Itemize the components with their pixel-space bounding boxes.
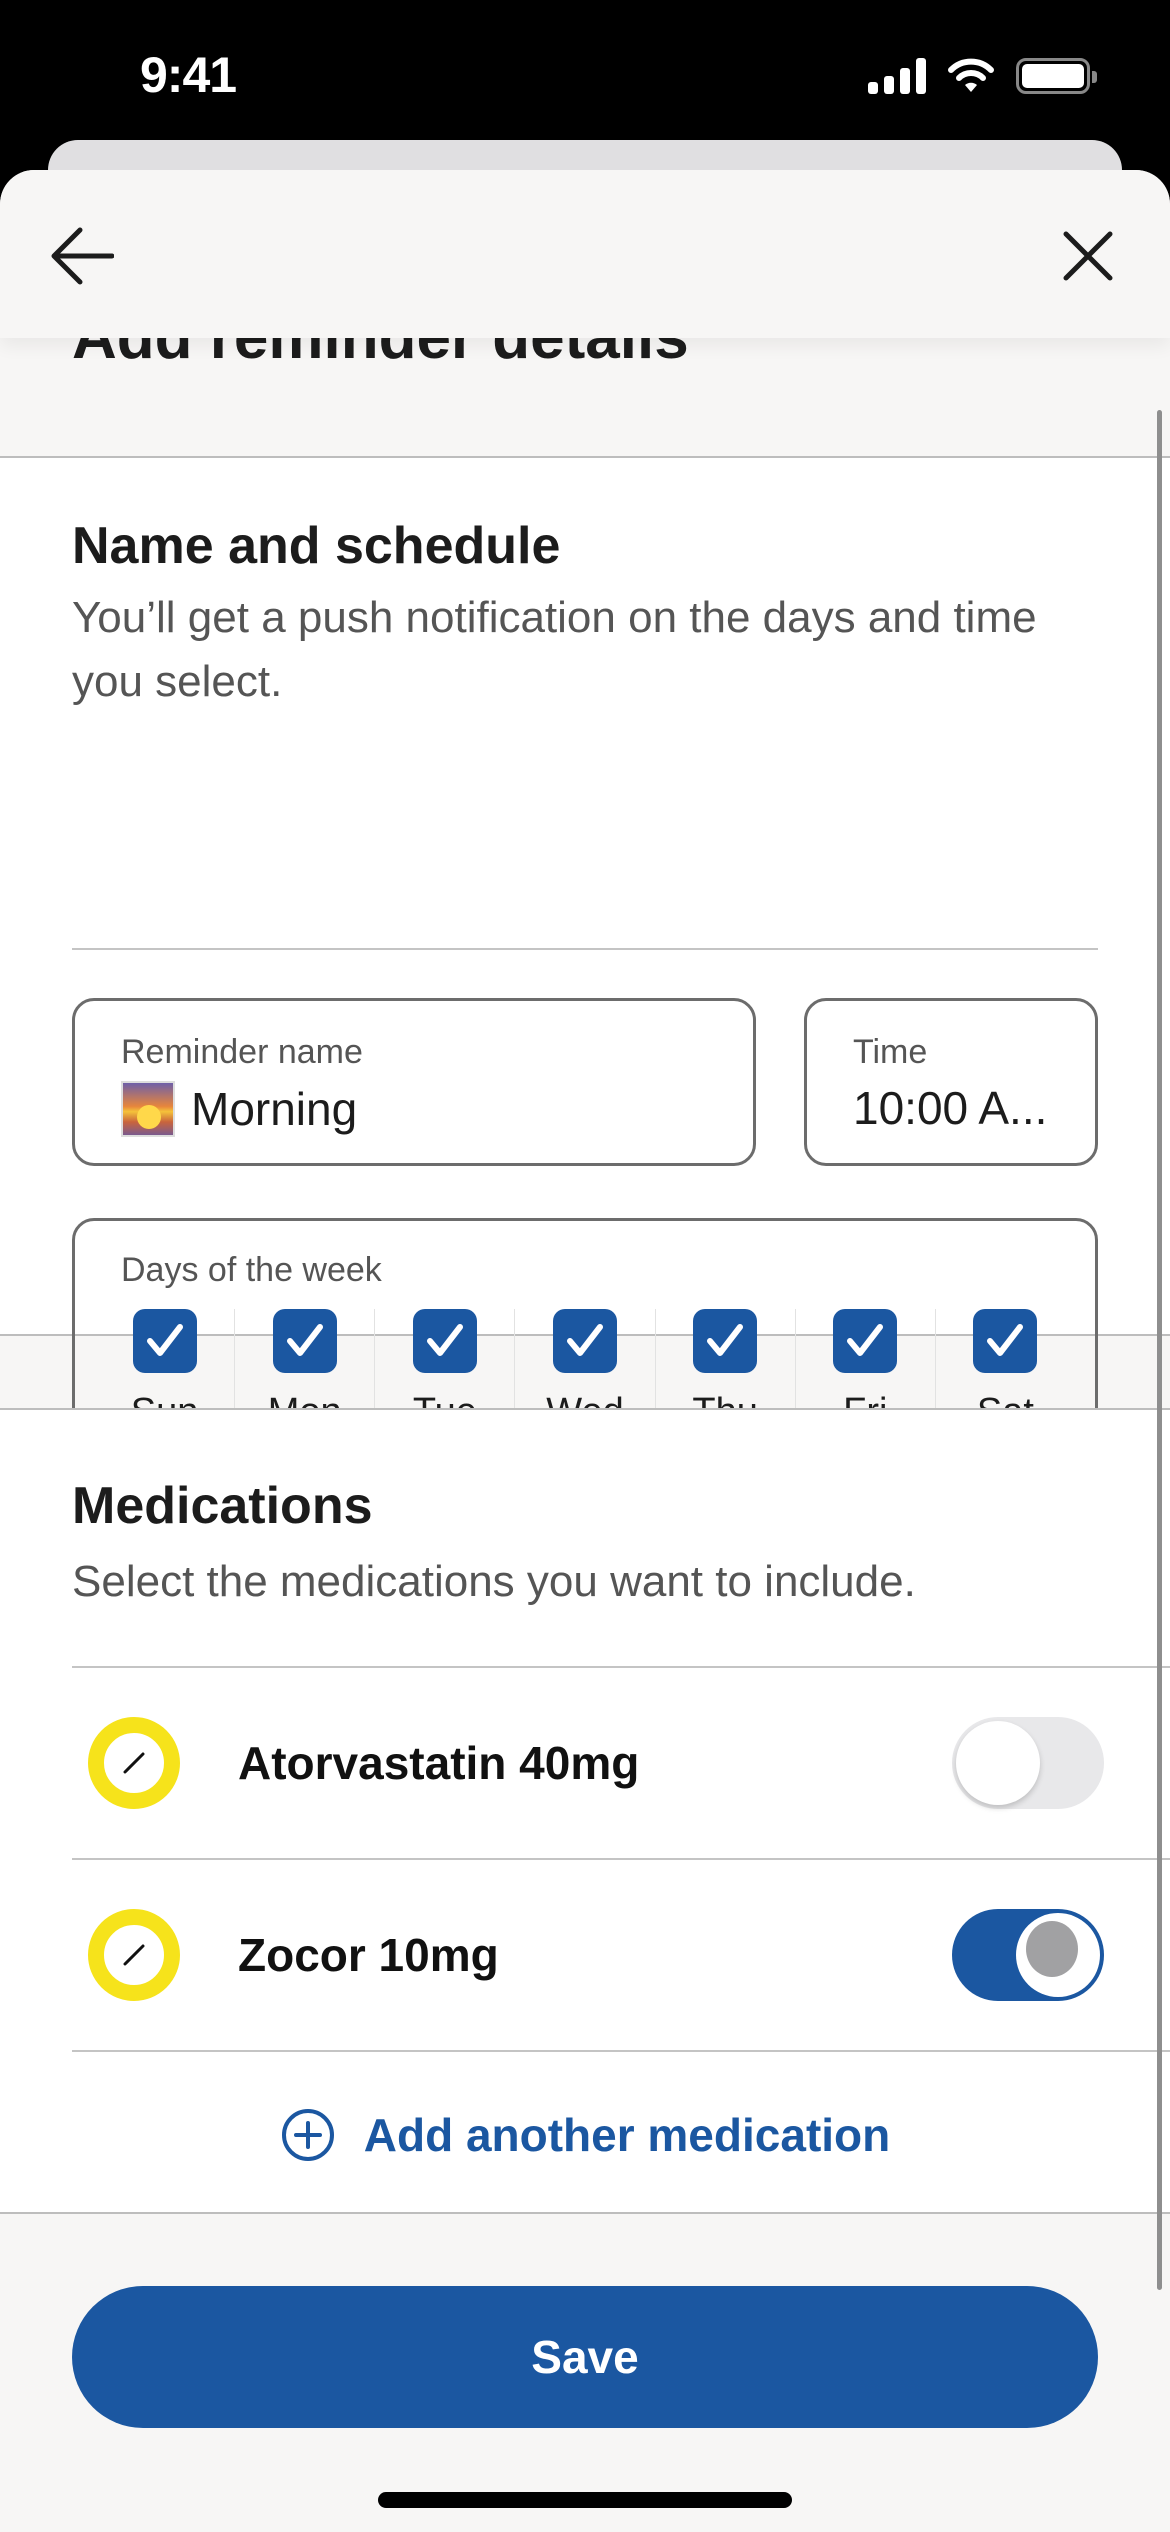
medication-toggle[interactable] xyxy=(952,1909,1104,2001)
status-icons xyxy=(868,58,1097,94)
toggle-knob xyxy=(1016,1913,1100,1997)
checkbox[interactable] xyxy=(833,1309,898,1373)
checkmark-icon xyxy=(286,1324,323,1356)
reminder-name-field[interactable]: Reminder name Morning xyxy=(72,998,756,1166)
close-icon xyxy=(1063,231,1113,281)
divider xyxy=(72,948,1098,950)
section-title: Medications xyxy=(72,1477,373,1535)
medication-row: Atorvastatin 40mg xyxy=(72,1668,1170,1858)
home-indicator xyxy=(378,2492,792,2508)
section-description: You’ll get a push notification on the da… xyxy=(72,593,1037,706)
checkmark-icon xyxy=(987,1324,1024,1356)
checkbox[interactable] xyxy=(973,1309,1038,1373)
checkbox[interactable] xyxy=(132,1309,197,1373)
wifi-icon xyxy=(948,58,994,92)
arrow-left-icon xyxy=(51,227,114,285)
status-time: 9:41 xyxy=(140,47,237,103)
nav-header xyxy=(0,170,1170,338)
battery-icon xyxy=(1016,58,1097,94)
add-medication-label: Add another medication xyxy=(363,2109,891,2161)
checkbox[interactable] xyxy=(552,1309,617,1373)
checkmark-icon xyxy=(847,1324,884,1356)
section-description: Select the medications you want to inclu… xyxy=(72,1557,916,1606)
time-value: 10:00 A... xyxy=(853,1082,1048,1134)
cellular-signal-icon xyxy=(868,58,926,94)
divider xyxy=(72,2050,1170,2052)
reminder-name-label: Reminder name xyxy=(121,1033,363,1071)
scrollbar[interactable] xyxy=(1157,410,1162,2290)
checkmark-icon xyxy=(426,1324,463,1356)
save-button[interactable]: Save xyxy=(72,2286,1098,2428)
checkmark-icon xyxy=(146,1324,183,1356)
section-title: Name and schedule xyxy=(72,517,561,575)
time-field[interactable]: Time 10:00 A... xyxy=(804,998,1098,1166)
medication-name: Zocor 10mg xyxy=(238,1929,499,1981)
medication-name: Atorvastatin 40mg xyxy=(238,1737,640,1789)
pill-icon xyxy=(88,1717,180,1809)
checkmark-icon xyxy=(566,1324,603,1356)
medication-toggle[interactable] xyxy=(952,1717,1104,1809)
time-label: Time xyxy=(853,1033,928,1071)
sunrise-icon xyxy=(121,1081,175,1137)
pill-icon xyxy=(88,1909,180,2001)
checkbox[interactable] xyxy=(412,1309,477,1373)
plus-circle-icon xyxy=(281,2109,334,2161)
medication-row: Zocor 10mg xyxy=(72,1860,1170,2050)
medications-section: Medications Select the medications you w… xyxy=(0,1408,1170,2214)
checkmark-icon xyxy=(707,1324,744,1356)
toggle-knob xyxy=(956,1721,1040,1805)
reminder-name-value: Morning xyxy=(121,1081,357,1137)
back-button[interactable] xyxy=(44,218,120,294)
checkbox[interactable] xyxy=(693,1309,758,1373)
reminder-name-text: Morning xyxy=(191,1083,358,1135)
checkbox[interactable] xyxy=(272,1309,337,1373)
add-medication-button[interactable]: Add another medication xyxy=(0,2070,1170,2200)
name-schedule-section: Name and schedule You’ll get a push noti… xyxy=(0,456,1170,1456)
modal-sheet: Add reminder details Name and schedule Y… xyxy=(0,170,1170,2532)
days-label: Days of the week xyxy=(121,1251,382,1289)
close-button[interactable] xyxy=(1050,218,1126,294)
